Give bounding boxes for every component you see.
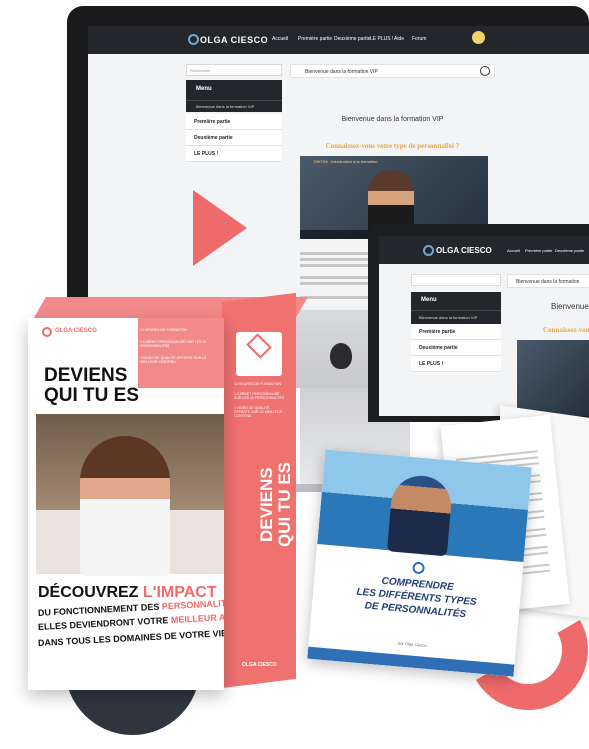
- brand-logo-icon: [42, 327, 52, 337]
- menu-item-deuxieme-partie[interactable]: Deuxième partie: [186, 130, 282, 146]
- section-subtitle: Connaissez-vous votre type de personnali…: [325, 142, 460, 150]
- feature-2: 1 CARNET PERSONNALISÉ SUR LES 16 PERSONN…: [140, 340, 207, 348]
- brand-logo[interactable]: OLGA CIESCO: [436, 246, 492, 255]
- menu-item-premiere-partie[interactable]: Première partie: [411, 324, 501, 340]
- nav-item-accueil[interactable]: Accueil: [272, 36, 288, 42]
- headline-a: DÉCOUVREZ: [38, 584, 139, 601]
- box-woman-photo: [80, 436, 170, 576]
- body-line-3-text: ELLES DEVIENDRONT VOTRE: [37, 615, 169, 632]
- side-badge: [236, 332, 282, 376]
- breadcrumb: Bienvenue dans la formation VIP: [290, 64, 495, 78]
- menu-header: Menu: [186, 80, 282, 100]
- breadcrumb: Bienvenue dans la formation: [507, 274, 589, 288]
- side-feature-1: 12 HEURES DE FORMATION: [234, 382, 281, 386]
- body-line-3-highlight: MEILLEUR ATOUT: [170, 610, 224, 626]
- nav-item-aide[interactable]: Aide: [394, 36, 404, 42]
- nav-item-deuxieme-partie[interactable]: Deuxième partie: [334, 36, 370, 42]
- video-title: DIKTIM - Introduction à la formation: [314, 159, 378, 164]
- nav-item-accueil[interactable]: Accueil: [507, 248, 520, 253]
- page-title: Bienvenue: [551, 302, 589, 311]
- menu-subtitle[interactable]: Bienvenue dans la formation VIP: [411, 310, 501, 324]
- feature-3: 1 VIDÉO DE QUALITÉ OFFERTE SUR LE MEILLE…: [140, 356, 207, 364]
- menu-item-le-plus[interactable]: LE PLUS !: [186, 146, 282, 162]
- menu-item-premiere-partie[interactable]: Première partie: [186, 114, 282, 130]
- user-avatar[interactable]: [472, 31, 485, 44]
- booklet-cover: COMPRENDRE LES DIFFÉRENTS TYPES DE PERSO…: [307, 449, 532, 677]
- brand-logo-icon: [188, 34, 199, 45]
- page-title: Bienvenue dans la formation VIP: [341, 116, 444, 123]
- side-logo: OLGA CIESCO: [242, 662, 277, 668]
- site-navbar: OLGA CIESCO Accueil Première partie Deux…: [88, 26, 589, 54]
- nav-item-premiere-partie[interactable]: Première partie: [298, 36, 332, 42]
- body-line-4: DANS TOUS LES DOMAINES DE VOTRE VIE: [37, 628, 224, 648]
- side-feature-3: 1 VIDÉO DE QUALITÉ OFFERTE SUR LE MEILLE…: [234, 406, 283, 418]
- box-title-line-2: QUI TU ES: [44, 385, 140, 406]
- nav-item-deuxieme-partie[interactable]: Deuxième partie: [555, 248, 584, 253]
- laptop-navbar: OLGA CIESCO Accueil Première partie Deux…: [379, 236, 589, 264]
- booklet-title: COMPRENDRE LES DIFFÉRENTS TYPES DE PERSO…: [355, 575, 478, 621]
- menu-header: Menu: [411, 292, 501, 310]
- play-arrow-icon: [193, 190, 247, 266]
- menu-item-le-plus[interactable]: LE PLUS !: [411, 356, 501, 372]
- nav-item-le-plus[interactable]: LE PLUS !: [370, 36, 393, 42]
- search-input[interactable]: Rechercher: [186, 64, 282, 76]
- video-player[interactable]: [517, 340, 589, 416]
- section-subtitle: Connaissez-vous: [543, 326, 589, 334]
- menu-subtitle[interactable]: Bienvenue dans la formation VIP: [186, 100, 282, 112]
- menu-item-deuxieme-partie[interactable]: Deuxième partie: [411, 340, 501, 356]
- nav-item-forum[interactable]: Forum: [412, 36, 426, 42]
- close-icon[interactable]: [480, 66, 490, 76]
- side-title: DEVIENS QUI TU ES: [257, 462, 294, 548]
- feature-1: 12 HEURES DE FORMATION: [140, 328, 187, 332]
- side-feature-2: 1 CARNET PERSONNALISÉ SUR LES 16 PERSONN…: [234, 392, 285, 400]
- apple-logo-icon: [330, 343, 352, 369]
- product-box-front: OLGA CIESCO 12 HEURES DE FORMATION 1 CAR…: [28, 318, 224, 690]
- graduation-cap-icon: [246, 333, 272, 359]
- box-brand-logo: OLGA CIESCO: [55, 328, 97, 334]
- box-title-line-1: DEVIENS: [44, 365, 128, 386]
- nav-item-premiere-partie[interactable]: Première partie: [525, 248, 552, 253]
- search-input[interactable]: [411, 274, 501, 286]
- laptop-screen: OLGA CIESCO Accueil Première partie Deux…: [379, 236, 589, 416]
- booklet-person-photo: [386, 473, 454, 557]
- brand-logo-icon: [412, 561, 426, 575]
- brand-logo[interactable]: OLGA CIESCO: [200, 35, 268, 45]
- brand-logo-icon: [423, 245, 434, 256]
